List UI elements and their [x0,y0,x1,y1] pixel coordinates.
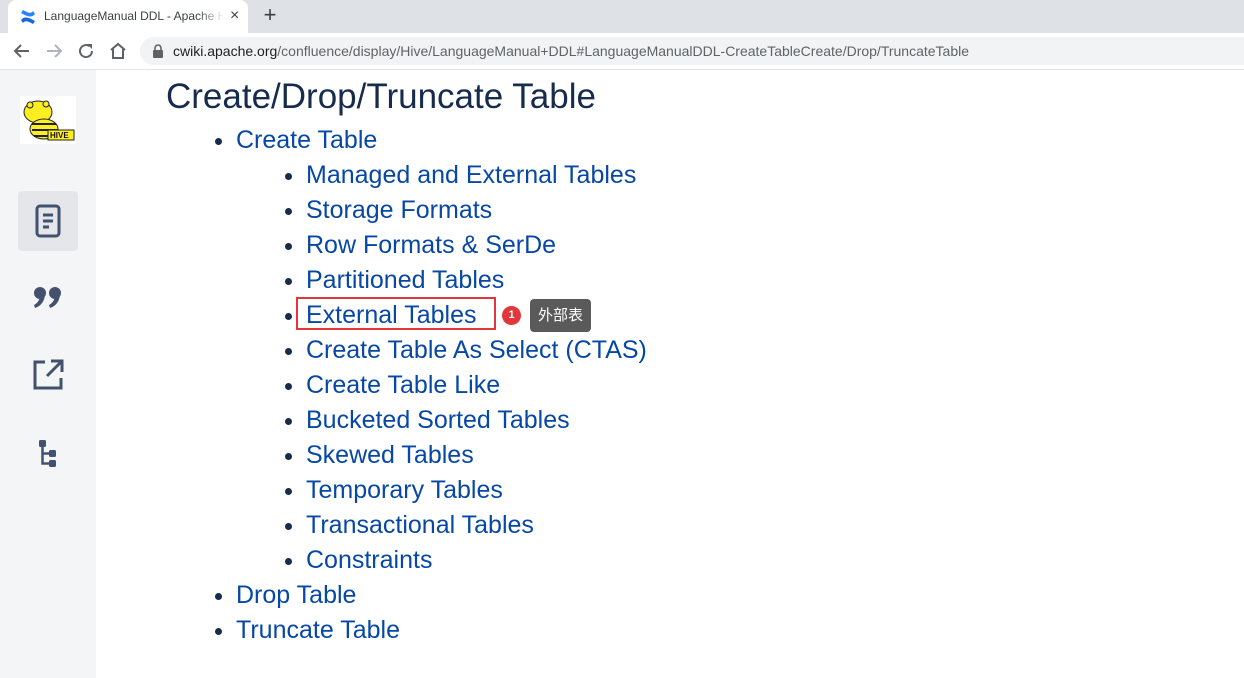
url-path: /confluence/display/Hive/LanguageManual+… [277,43,970,59]
link-row-formats-serde[interactable]: Row Formats & SerDe [306,231,556,259]
new-tab-button[interactable]: + [258,4,282,28]
list-item: Constraints [306,543,647,578]
list-item: Storage Formats [306,193,647,228]
list-item: Temporary Tables [306,473,647,508]
url-text: cwiki.apache.org/confluence/display/Hive… [173,43,969,59]
back-arrow-icon[interactable] [10,39,34,63]
page-icon [35,204,61,238]
sidebar-blog-button[interactable] [18,268,78,328]
link-storage-formats[interactable]: Storage Formats [306,196,492,224]
annotation-tooltip: 外部表 [530,299,592,332]
quote-icon [34,287,61,308]
confluence-icon [21,10,35,24]
browser-toolbar: cwiki.apache.org/confluence/display/Hive… [0,33,1244,70]
link-skewed-tables[interactable]: Skewed Tables [306,441,474,469]
tab-close-icon[interactable]: × [230,8,239,24]
link-constraints[interactable]: Constraints [306,546,432,574]
page-tree-icon [39,440,56,467]
annotation-badge: 1 [502,306,521,325]
sidebar-pages-button[interactable] [18,191,78,251]
list-item: Partitioned Tables [306,263,647,298]
link-create-table[interactable]: Create Table [236,126,377,154]
browser-tab-bar: LanguageManual DDL - Apache Hive × + [0,0,1244,33]
link-managed-external-tables[interactable]: Managed and External Tables [306,161,636,189]
list-item: Skewed Tables [306,438,647,473]
home-icon[interactable] [106,39,130,63]
section-heading: Create/Drop/Truncate Table [166,77,596,116]
link-bucketed-sorted-tables[interactable]: Bucketed Sorted Tables [306,406,570,434]
sidebar-shortcuts-button[interactable] [18,345,78,405]
external-link-icon [33,359,64,390]
list-item: Row Formats & SerDe [306,228,647,263]
list-item: Drop Table [236,578,647,613]
browser-tab[interactable]: LanguageManual DDL - Apache Hive × [8,0,248,33]
link-truncate-table[interactable]: Truncate Table [236,616,400,644]
logo-text: HIVE [50,131,69,140]
space-sidebar: HIVE [0,70,96,678]
link-temporary-tables[interactable]: Temporary Tables [306,476,503,504]
annotation-highlight-box [296,297,496,330]
list-item: Create Table As Select (CTAS) [306,333,647,368]
list-item: Truncate Table [236,613,647,648]
list-item: Create Table Managed and External Tables… [236,123,647,578]
toc-sublist: Managed and External Tables Storage Form… [236,158,647,578]
sidebar-page-tree-button[interactable] [18,423,78,483]
hive-logo[interactable]: HIVE [20,96,76,144]
forward-arrow-icon[interactable] [42,39,66,63]
page-content: Create/Drop/Truncate Table Create Table … [96,70,1244,678]
tab-title: LanguageManual DDL - Apache Hive [44,9,224,23]
toc-list: Create Table Managed and External Tables… [236,123,647,648]
link-create-table-as-select[interactable]: Create Table As Select (CTAS) [306,336,647,364]
reload-icon[interactable] [74,39,98,63]
link-create-table-like[interactable]: Create Table Like [306,371,500,399]
list-item: Managed and External Tables [306,158,647,193]
link-drop-table[interactable]: Drop Table [236,581,356,609]
list-item: Create Table Like [306,368,647,403]
address-bar[interactable]: cwiki.apache.org/confluence/display/Hive… [140,37,1244,65]
url-host: cwiki.apache.org [173,43,278,59]
list-item: Bucketed Sorted Tables [306,403,647,438]
link-transactional-tables[interactable]: Transactional Tables [306,511,534,539]
link-partitioned-tables[interactable]: Partitioned Tables [306,266,504,294]
list-item: Transactional Tables [306,508,647,543]
lock-icon [153,44,163,58]
